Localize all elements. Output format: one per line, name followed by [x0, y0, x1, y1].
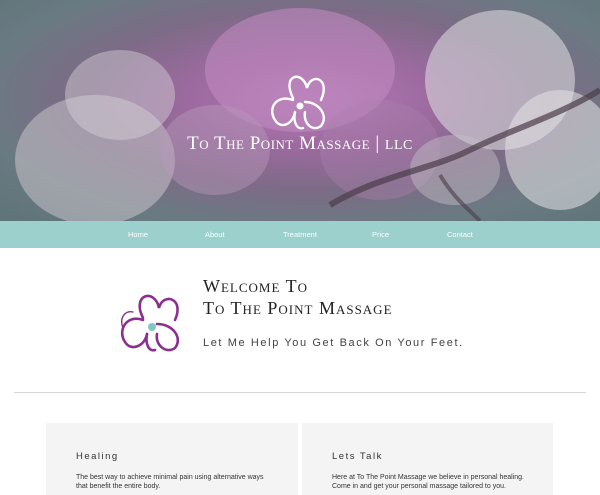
healing-card: Healing The best way to achieve minimal …: [46, 423, 298, 495]
orchid-logo-icon: [270, 75, 326, 130]
nav-treatment[interactable]: Treatment: [283, 221, 317, 248]
hero-title-text: To The Point Massage: [187, 133, 371, 154]
lets-talk-card: Lets Talk Here at To The Point Massage w…: [302, 423, 553, 495]
welcome-subtitle: Let Me Help You Get Back On Your Feet.: [203, 337, 464, 349]
hero-title-suffix: LLC: [384, 138, 413, 153]
main-nav: Home About Treatment Price Contact: [0, 221, 600, 248]
nav-contact[interactable]: Contact: [447, 221, 473, 248]
hero-title: To The Point Massage | LLC: [0, 133, 600, 155]
nav-price[interactable]: Price: [372, 221, 389, 248]
orchid-logo-icon: [120, 294, 180, 352]
lets-talk-card-heading: Lets Talk: [332, 451, 383, 462]
nav-home[interactable]: Home: [128, 221, 148, 248]
healing-card-heading: Healing: [76, 451, 119, 462]
hero-banner: To The Point Massage | LLC: [0, 0, 600, 221]
hero-title-separator: |: [375, 133, 380, 154]
welcome-heading-line2: To The Point Massage: [203, 298, 393, 318]
section-divider: [14, 392, 586, 393]
nav-about[interactable]: About: [205, 221, 225, 248]
welcome-heading-line1: Welcome To: [203, 276, 308, 296]
healing-card-text: The best way to achieve minimal pain usi…: [76, 474, 264, 490]
lets-talk-card-text: Here at To The Point Massage we believe …: [332, 474, 524, 490]
